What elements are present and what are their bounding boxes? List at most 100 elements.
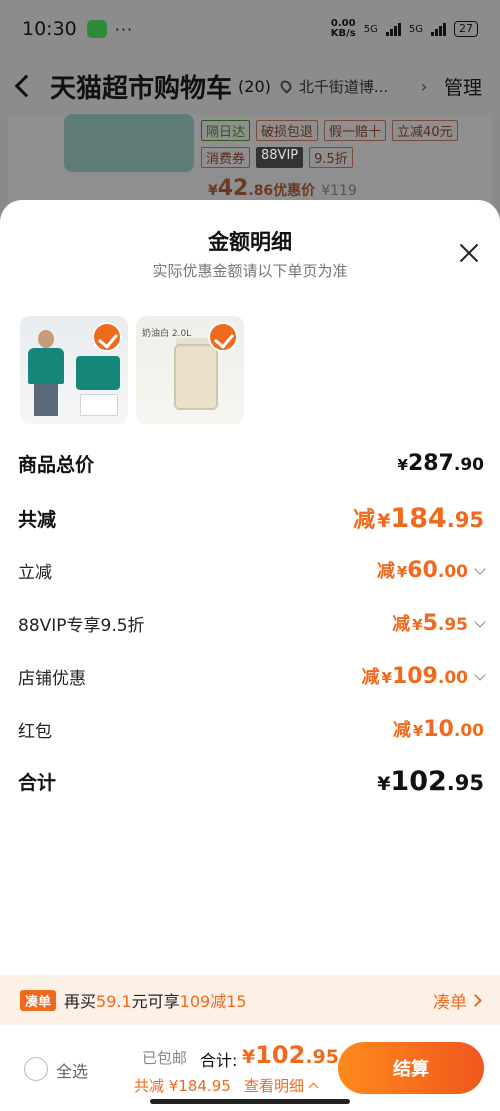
- home-indicator[interactable]: [150, 1099, 350, 1104]
- value-int: 287: [407, 451, 454, 476]
- row-label: 商品总价: [18, 454, 95, 476]
- net-speed-unit: KB/s: [330, 28, 356, 39]
- value-int: 5: [422, 611, 438, 636]
- bundle-link-label: 凑单: [433, 992, 467, 1013]
- value-dec: .95: [446, 508, 484, 532]
- row-label: 共减: [18, 508, 57, 531]
- bundle-promo-bar[interactable]: 凑单 再买59.1元可享109减15 凑单: [0, 975, 500, 1025]
- tag: 破损包退: [256, 120, 319, 141]
- sheet-subtitle: 实际优惠金额请以下单页为准: [152, 262, 348, 280]
- value-dec: .00: [437, 562, 468, 582]
- value-dec: .00: [453, 721, 484, 741]
- promo-deal: 109减15: [179, 992, 247, 1011]
- close-icon[interactable]: [458, 242, 480, 264]
- minus-prefix: 减: [353, 508, 376, 533]
- product-tags: 隔日达 破损包退 假一赔十 立减40元 消费券 88VIP 9.5折: [201, 120, 461, 168]
- product-thumbnail: [64, 114, 194, 172]
- location-text[interactable]: 北千街道博...: [299, 76, 419, 97]
- check-icon[interactable]: [92, 322, 122, 352]
- view-details-label: 查看明细: [244, 1077, 305, 1095]
- row-value: ¥102.95: [377, 766, 484, 797]
- yen-sign: ¥: [377, 510, 391, 532]
- promo-text-b: 元可享: [131, 992, 180, 1011]
- page-title: 天猫超市购物车: [50, 73, 233, 104]
- signal-icon-2: [431, 22, 446, 36]
- chevron-down-icon[interactable]: [474, 616, 486, 628]
- cart-count: (20): [238, 76, 271, 96]
- total-dec: .95: [305, 1046, 340, 1068]
- battery-icon: 27: [454, 21, 478, 37]
- folded-shirt-image: [76, 356, 120, 390]
- view-details-link[interactable]: 查看明细: [244, 1075, 319, 1096]
- status-time: 10:30: [22, 18, 77, 40]
- yen-sign: ¥: [242, 1046, 256, 1068]
- sheet-title: 金额明细: [208, 230, 292, 254]
- status-indicators: 0.00 KB/s 5G 5G 27: [331, 19, 478, 39]
- value-dec: .95: [446, 771, 484, 795]
- manage-button[interactable]: 管理: [444, 73, 482, 100]
- value-int: 10: [423, 717, 454, 742]
- value-int: 60: [407, 558, 438, 583]
- row-value: ¥287.90: [398, 451, 485, 476]
- row-value: 减 ¥5.95: [392, 610, 486, 636]
- price-label: 优惠价: [273, 183, 316, 199]
- promo-badge: 凑单: [20, 989, 57, 1011]
- price-int: 42: [217, 176, 249, 201]
- more-dots-icon: ···: [114, 19, 134, 39]
- wechat-icon: [86, 20, 107, 38]
- tag: 立减40元: [392, 120, 458, 141]
- row-instant-discount[interactable]: 立减 减 ¥60.00: [18, 557, 486, 583]
- cart-header: 天猫超市购物车 (20) 北千街道博... › 管理: [0, 58, 500, 114]
- row-label: 立减: [18, 562, 52, 583]
- tag: 9.5折: [309, 147, 353, 168]
- minus-prefix: 减: [376, 561, 395, 582]
- chevron-down-icon[interactable]: [474, 669, 486, 681]
- value-int: 184: [390, 503, 447, 534]
- row-red-packet: 红包 减 ¥10.00: [18, 716, 484, 742]
- row-value: 减 ¥60.00: [376, 557, 486, 583]
- signal-icon: [385, 22, 401, 36]
- tag: 消费券: [201, 147, 251, 168]
- value-dec: .00: [437, 668, 468, 688]
- chevron-right-icon: [469, 993, 482, 1007]
- location-icon: [278, 78, 294, 94]
- chevron-down-icon[interactable]: [474, 563, 486, 575]
- back-icon[interactable]: [14, 74, 38, 98]
- value-int: 102: [390, 766, 447, 797]
- background-product-card: 隔日达 破损包退 假一赔十 立减40元 消费券 88VIP 9.5折 ¥42.8…: [8, 114, 492, 214]
- promo-text-a: 再买: [64, 992, 97, 1011]
- yen-sign: ¥: [381, 669, 392, 687]
- chevron-up-icon: [308, 1082, 319, 1093]
- model-image: [26, 330, 66, 416]
- signal-label-2: 5G: [408, 23, 423, 35]
- saved-amount: 共减 ¥184.95: [134, 1077, 231, 1095]
- check-icon[interactable]: [208, 322, 238, 352]
- row-shop-discount[interactable]: 店铺优惠 减 ¥109.00: [18, 663, 486, 689]
- yen-sign: ¥: [412, 616, 423, 634]
- product-thumb-shirt[interactable]: [20, 316, 128, 424]
- row-subtotal: 商品总价 ¥287.90: [18, 450, 484, 477]
- yen-sign: ¥: [412, 722, 424, 740]
- checkout-button[interactable]: 结算: [338, 1042, 484, 1094]
- minus-prefix: 减: [361, 667, 380, 688]
- select-all-label[interactable]: 全选: [56, 1058, 88, 1082]
- tag: 隔日达: [201, 120, 251, 141]
- signal-label-1: 5G: [363, 23, 378, 35]
- promo-amount: 59.1: [96, 992, 132, 1011]
- bundle-link[interactable]: 凑单: [433, 988, 482, 1013]
- price-dec: .86: [248, 183, 274, 199]
- tag-vip: 88VIP: [256, 147, 304, 168]
- row-label: 红包: [18, 721, 52, 742]
- select-all-radio[interactable]: [24, 1057, 48, 1081]
- promo-text: 再买59.1元可享109减15: [64, 988, 247, 1012]
- tag: 假一赔十: [324, 120, 387, 141]
- product-thumb-jug[interactable]: 奶油白 2.0L: [136, 316, 244, 424]
- value-dec: .90: [453, 455, 484, 475]
- status-bar: 10:30 ··· 0.00 KB/s 5G 5G 27: [0, 0, 500, 58]
- row-vip-discount[interactable]: 88VIP专享9.5折 减 ¥5.95: [18, 610, 486, 636]
- chevron-right-icon: ›: [420, 76, 428, 96]
- row-value: 减 ¥109.00: [361, 663, 486, 689]
- row-value: 减 ¥10.00: [393, 716, 484, 742]
- yen-sign: ¥: [396, 563, 408, 581]
- row-value: 减 ¥184.95: [353, 502, 484, 534]
